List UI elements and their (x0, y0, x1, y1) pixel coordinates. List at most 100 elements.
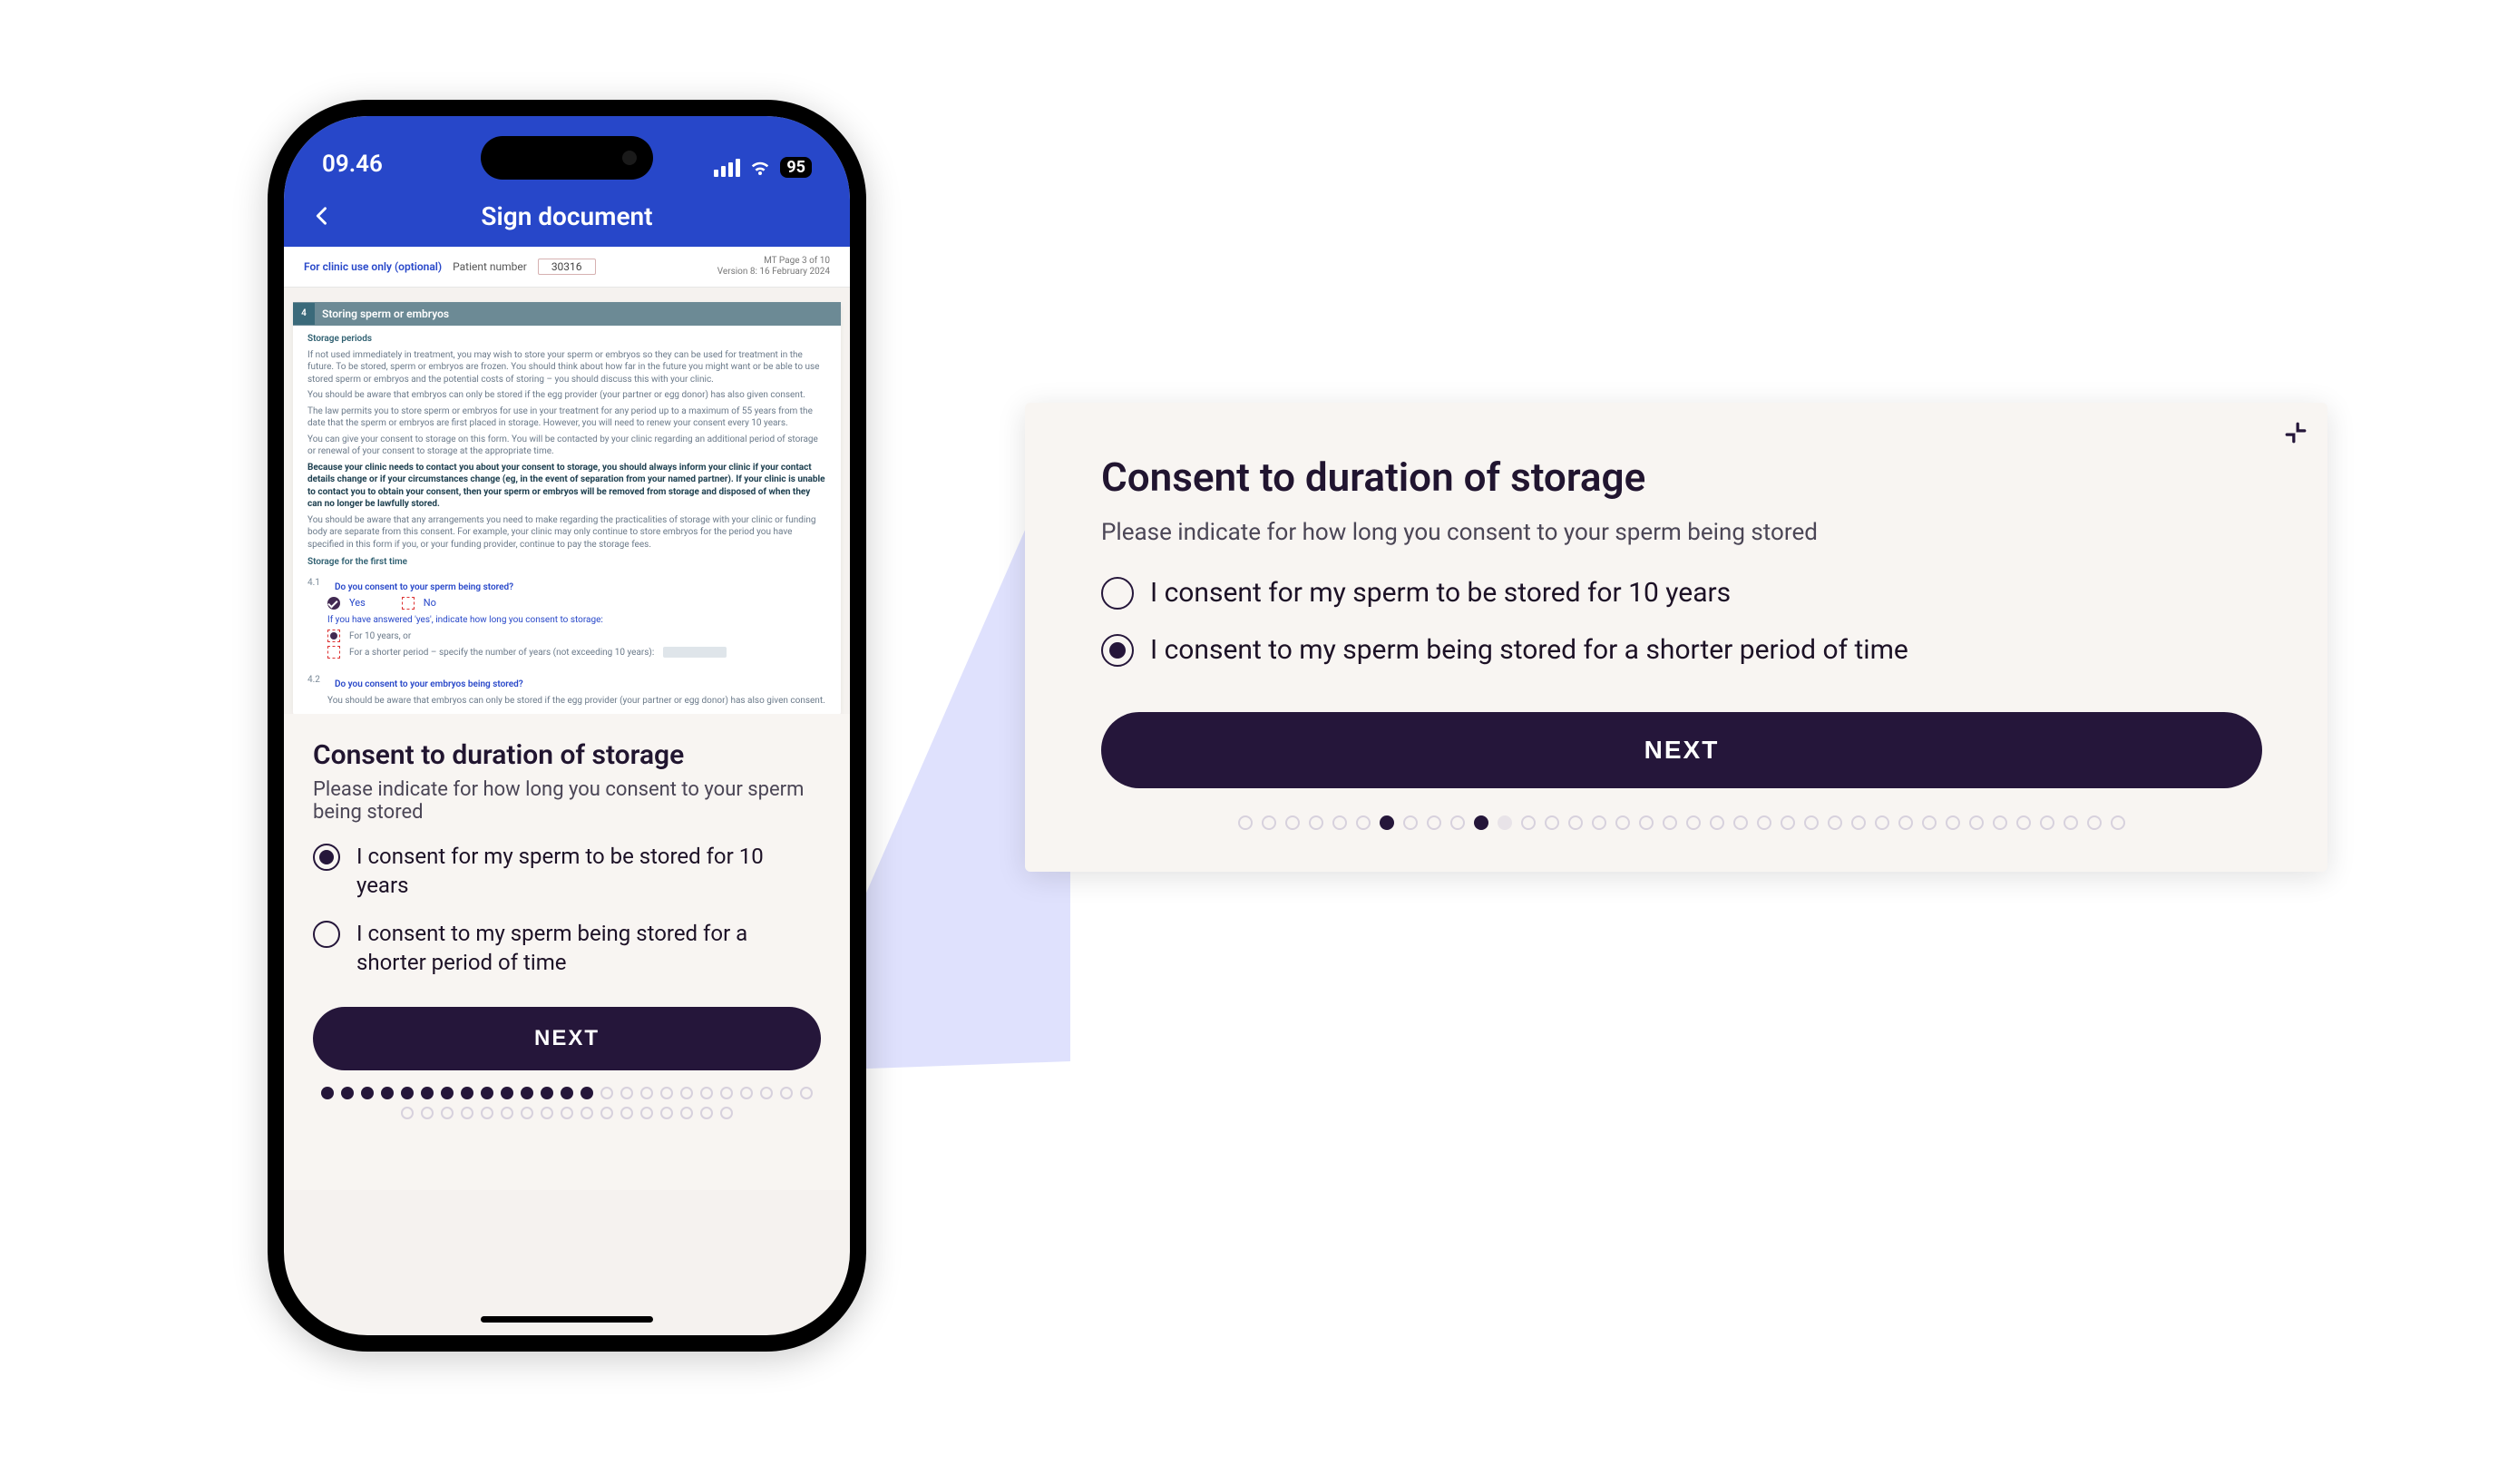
page-dot[interactable] (1474, 815, 1488, 830)
option-shorter-period[interactable]: I consent to my sperm being stored for a… (313, 919, 821, 978)
page-dot[interactable] (1356, 815, 1371, 830)
page-dot[interactable] (421, 1087, 434, 1099)
page-dot[interactable] (780, 1087, 793, 1099)
page-dot[interactable] (1285, 815, 1300, 830)
page-dot[interactable] (1851, 815, 1866, 830)
page-dot[interactable] (1663, 815, 1677, 830)
page-dot[interactable] (2111, 815, 2125, 830)
doc-paragraph-bold: Because your clinic needs to contact you… (307, 462, 826, 511)
page-dot[interactable] (720, 1107, 733, 1119)
page-dot[interactable] (561, 1087, 573, 1099)
page-dot[interactable] (1804, 815, 1819, 830)
page-dot[interactable] (541, 1107, 553, 1119)
page-dot[interactable] (321, 1087, 334, 1099)
page-dot[interactable] (620, 1107, 633, 1119)
page-dot[interactable] (800, 1087, 813, 1099)
page-dot[interactable] (1498, 815, 1512, 830)
page-dot[interactable] (341, 1087, 354, 1099)
page-dot[interactable] (461, 1107, 473, 1119)
page-dot[interactable] (600, 1107, 613, 1119)
page-dot[interactable] (1403, 815, 1418, 830)
page-dot[interactable] (1238, 815, 1253, 830)
page-dot[interactable] (1710, 815, 1724, 830)
page-dot[interactable] (2016, 815, 2031, 830)
page-dot[interactable] (1545, 815, 1559, 830)
page-dot[interactable] (1427, 815, 1441, 830)
page-dot[interactable] (1262, 815, 1276, 830)
page-dot[interactable] (2064, 815, 2078, 830)
page-dot[interactable] (1639, 815, 1654, 830)
years-input-field (663, 647, 727, 658)
next-button[interactable]: NEXT (1101, 712, 2262, 788)
page-dot[interactable] (1946, 815, 1960, 830)
page-dot[interactable] (581, 1107, 593, 1119)
page-dot[interactable] (760, 1087, 773, 1099)
page-dot[interactable] (581, 1087, 593, 1099)
page-dot[interactable] (720, 1087, 733, 1099)
page-dot[interactable] (1875, 815, 1889, 830)
page-dot[interactable] (620, 1087, 633, 1099)
page-dot[interactable] (1521, 815, 1536, 830)
page-dot[interactable] (1733, 815, 1748, 830)
page-dot[interactable] (381, 1087, 394, 1099)
option-shorter-period[interactable]: I consent to my sperm being stored for a… (1101, 632, 2262, 669)
document-preview[interactable]: 4 Storing sperm or embryos Storage perio… (284, 288, 850, 714)
page-dot[interactable] (1969, 815, 1984, 830)
page-dot[interactable] (481, 1087, 493, 1099)
page-dot[interactable] (481, 1107, 493, 1119)
page-dot[interactable] (1592, 815, 1606, 830)
page-dot[interactable] (740, 1087, 753, 1099)
page-dot[interactable] (421, 1107, 434, 1119)
pagination-dots (1101, 815, 2262, 830)
page-dot[interactable] (521, 1107, 533, 1119)
page-dot[interactable] (700, 1107, 713, 1119)
page-dot[interactable] (680, 1087, 693, 1099)
page-dot[interactable] (640, 1107, 653, 1119)
page-dot[interactable] (461, 1087, 473, 1099)
page-dot[interactable] (441, 1107, 454, 1119)
page-dot[interactable] (2087, 815, 2102, 830)
page-dot[interactable] (660, 1107, 673, 1119)
page-dot[interactable] (1380, 815, 1394, 830)
section-title: Storing sperm or embryos (322, 307, 449, 321)
page-dot[interactable] (1828, 815, 1842, 830)
page-dot[interactable] (1615, 815, 1630, 830)
page-dot[interactable] (501, 1107, 513, 1119)
page-dot[interactable] (1757, 815, 1771, 830)
minimize-icon[interactable] (2284, 421, 2308, 444)
page-dot[interactable] (521, 1087, 533, 1099)
page-dot[interactable] (1922, 815, 1937, 830)
page-dot[interactable] (401, 1087, 414, 1099)
page-dot[interactable] (1781, 815, 1795, 830)
phone-screen: 09.46 95 Sign document For clinic use on… (284, 116, 850, 1335)
page-dot[interactable] (361, 1087, 374, 1099)
page-dot[interactable] (640, 1087, 653, 1099)
question-text: Do you consent to your embryos being sto… (335, 679, 523, 691)
doc-paragraph: If not used immediately in treatment, yo… (307, 349, 826, 386)
page-dot[interactable] (660, 1087, 673, 1099)
radio-icon (313, 844, 340, 871)
doc-paragraph: You should be aware that embryos can onl… (307, 389, 826, 402)
page-dot[interactable] (1309, 815, 1323, 830)
next-button[interactable]: NEXT (313, 1007, 821, 1070)
page-dot[interactable] (1568, 815, 1583, 830)
page-dot[interactable] (1993, 815, 2007, 830)
page-dot[interactable] (541, 1087, 553, 1099)
wifi-icon (749, 159, 771, 177)
page-dot[interactable] (1332, 815, 1347, 830)
doc-paragraph: You can give your consent to storage on … (307, 434, 826, 458)
page-dot[interactable] (600, 1087, 613, 1099)
page-dot[interactable] (561, 1107, 573, 1119)
option-10-years[interactable]: I consent for my sperm to be stored for … (1101, 575, 2262, 612)
page-dot[interactable] (441, 1087, 454, 1099)
option-10-years[interactable]: I consent for my sperm to be stored for … (313, 842, 821, 901)
page-dot[interactable] (700, 1087, 713, 1099)
page-dot[interactable] (2040, 815, 2054, 830)
page-dot[interactable] (401, 1107, 414, 1119)
page-dot[interactable] (501, 1087, 513, 1099)
page-dot[interactable] (1898, 815, 1913, 830)
back-button[interactable] (309, 203, 335, 229)
page-dot[interactable] (1450, 815, 1465, 830)
page-dot[interactable] (1686, 815, 1701, 830)
page-dot[interactable] (680, 1107, 693, 1119)
